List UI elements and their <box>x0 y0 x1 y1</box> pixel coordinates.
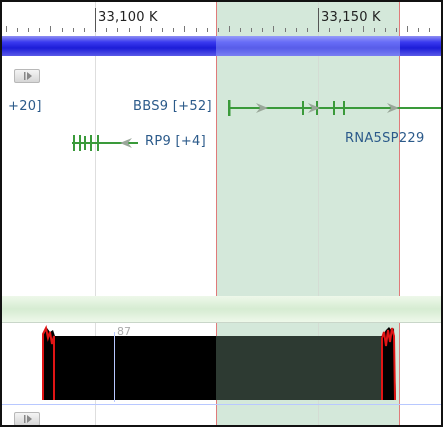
gene-model-rp9[interactable] <box>72 135 142 151</box>
ruler: 33,100 K 33,150 K <box>2 2 441 32</box>
genome-browser-view: 33,100 K 33,150 K +20] BBS9 [+52] RP9 [+… <box>0 0 443 427</box>
coverage-track[interactable]: 87 <box>2 324 441 404</box>
expand-track-icon[interactable] <box>14 69 40 83</box>
track-divider <box>2 296 441 322</box>
gene-label-bbs9[interactable]: BBS9 [+52] <box>133 99 212 114</box>
ruler-tick-label: 33,150 K <box>321 10 381 25</box>
track-divider-bottom <box>2 404 441 405</box>
expand-track-icon[interactable] <box>14 412 40 425</box>
ruler-tick-label: 33,100 K <box>98 10 158 25</box>
gene-label[interactable]: +20] <box>8 99 42 114</box>
gene-model-bbs9[interactable] <box>226 100 441 116</box>
gene-label-rnasp[interactable]: RNA5SP229 <box>345 131 425 146</box>
track-divider-line <box>2 322 441 323</box>
coverage-plot <box>42 324 396 402</box>
gene-label-rp9[interactable]: RP9 [+4] <box>145 134 206 149</box>
coverage-max-label: 87 <box>117 325 131 338</box>
chromosome-bar-selection <box>216 36 400 56</box>
